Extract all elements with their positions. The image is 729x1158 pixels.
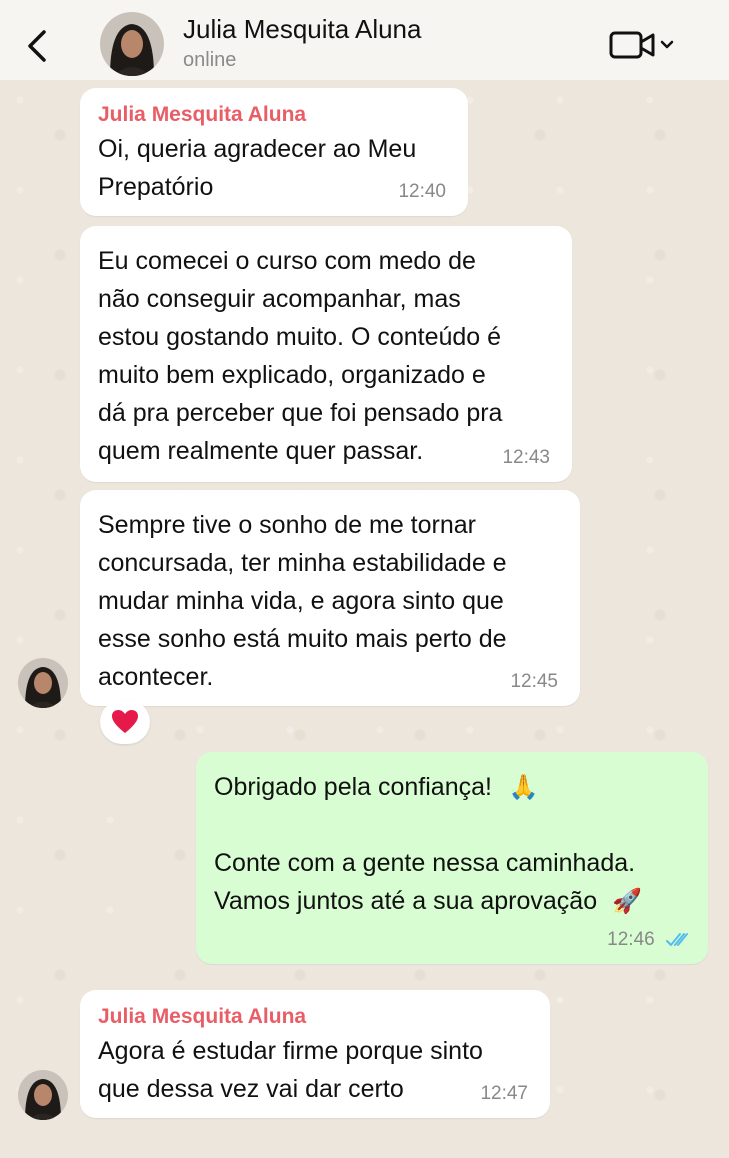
message-line: Vamos juntos até a sua aprovação 🚀 <box>214 882 690 920</box>
rocket-emoji: 🚀 <box>612 887 642 915</box>
message-text: Obrigado pela confiança! <box>214 773 492 801</box>
message-text: Eu comecei o curso com medo de não conse… <box>98 247 503 465</box>
message-text: Oi, queria agradecer ao Meu Prepatório <box>98 135 417 201</box>
message-text: Agora é estudar firme porque sinto que d… <box>98 1037 483 1103</box>
chat-header: Julia Mesquita Aluna online <box>0 0 729 80</box>
message-time: 12:40 <box>398 181 446 202</box>
message-bubble[interactable]: Julia Mesquita Aluna Agora é estudar fir… <box>80 990 550 1118</box>
message-text: Sempre tive o sonho de me tornar concurs… <box>98 511 507 691</box>
message-bubble[interactable]: Sempre tive o sonho de me tornar concurs… <box>80 490 580 706</box>
message-time: 12:46 <box>607 929 655 950</box>
video-call-icon <box>609 31 674 59</box>
praying-hands-emoji: 🙏 <box>508 773 539 801</box>
contact-avatar[interactable] <box>100 12 164 76</box>
contact-name[interactable]: Julia Mesquita Aluna <box>183 14 421 45</box>
message-meta: 12:46 <box>607 930 692 950</box>
message-reaction[interactable] <box>100 700 150 744</box>
message-bubble-outgoing[interactable]: Obrigado pela confiança! 🙏 Conte com a g… <box>196 752 708 964</box>
message-bubble[interactable]: Eu comecei o curso com medo de não conse… <box>80 226 572 482</box>
back-arrow-icon[interactable] <box>22 26 52 66</box>
heart-icon <box>112 710 138 733</box>
message-text: Vamos juntos até a sua aprovação <box>214 887 598 915</box>
message-time: 12:47 <box>480 1083 528 1104</box>
double-check-icon <box>666 933 688 946</box>
message-sender: Julia Mesquita Aluna <box>98 1005 307 1028</box>
message-time: 12:45 <box>510 671 558 692</box>
message-line: Obrigado pela confiança! 🙏 <box>214 768 690 806</box>
video-call-button[interactable] <box>608 28 680 62</box>
chevron-down-icon <box>660 40 674 49</box>
message-sender: Julia Mesquita Aluna <box>98 103 307 126</box>
message-text: Conte com a gente nessa caminhada. <box>214 849 636 877</box>
contact-status: online <box>183 49 237 71</box>
message-time: 12:43 <box>502 447 550 468</box>
sender-avatar[interactable] <box>18 1070 68 1120</box>
sender-avatar[interactable] <box>18 658 68 708</box>
message-bubble[interactable]: Julia Mesquita Aluna Oi, queria agradece… <box>80 88 468 216</box>
